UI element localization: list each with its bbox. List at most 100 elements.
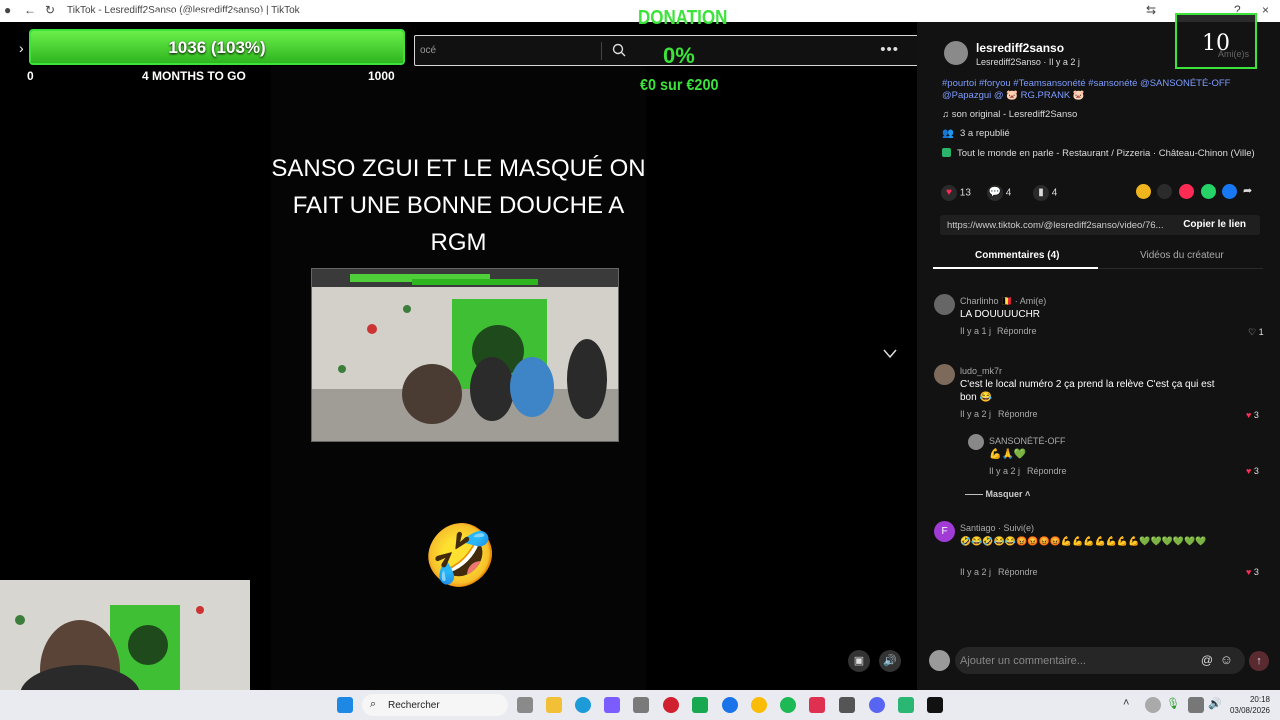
goal-value: 1036 (103%) — [168, 38, 266, 57]
tab-creator-videos[interactable]: Vidéos du créateur — [1140, 250, 1224, 261]
comment-like-count: 3 — [1253, 410, 1259, 420]
comment-input[interactable]: Ajouter un commentaire... @ ☺ — [955, 647, 1245, 674]
embed-icon[interactable] — [1157, 184, 1172, 199]
hide-replies-button[interactable]: —— Masquer ˄ — [965, 489, 1030, 499]
pip-icon[interactable]: ▣ — [848, 650, 870, 672]
app-icon[interactable] — [722, 697, 738, 713]
taskbar-search[interactable]: ⌕ Rechercher — [362, 694, 508, 716]
comment-like[interactable]: ♡ 1 — [1248, 327, 1264, 338]
author-avatar[interactable] — [944, 41, 968, 65]
reply-button[interactable]: Répondre — [1027, 466, 1067, 476]
copilot-icon[interactable] — [604, 697, 620, 713]
chrome-icon[interactable] — [751, 697, 767, 713]
more-options-icon[interactable]: ••• — [880, 41, 899, 58]
comment-icon: 💬 — [987, 185, 1003, 201]
mention-icon[interactable]: @ — [1201, 653, 1213, 667]
post-description[interactable]: #pourtoi #foryou #Teamsansonété #sansoné… — [942, 78, 1252, 102]
whatsapp-icon[interactable] — [1201, 184, 1216, 199]
goal-title: OBJECTIF FOLLO — [143, 9, 269, 24]
comment-like[interactable]: ♥ 3 — [1246, 410, 1259, 420]
comment-like[interactable]: ♥ 3 — [1246, 567, 1259, 577]
repost-share-icon[interactable] — [1136, 184, 1151, 199]
author-name[interactable]: lesrediff2sanso — [976, 41, 1064, 55]
microphone-icon[interactable]: 🎙 — [1166, 697, 1182, 713]
laughing-emoji: 🤣 — [423, 522, 498, 589]
app-icon[interactable] — [692, 697, 708, 713]
avatar[interactable]: F — [934, 521, 955, 542]
tab-comments[interactable]: Commentaires (4) — [975, 250, 1059, 261]
comment-button[interactable]: 💬 4 — [987, 185, 1011, 201]
video-caption: SANSO ZGUI ET LE MASQUÉ ON FAIT UNE BONN… — [271, 155, 646, 256]
edge-icon[interactable] — [575, 697, 591, 713]
share-arrow-icon[interactable]: ➦ — [1243, 184, 1258, 199]
save-count: 4 — [1051, 187, 1058, 199]
close-icon[interactable]: × — [1262, 3, 1269, 17]
reload-icon[interactable]: ↻ — [45, 3, 55, 17]
tray-icon[interactable] — [1145, 697, 1161, 713]
comment-author[interactable]: ludo_mk7r — [960, 366, 1002, 376]
avatar[interactable] — [934, 294, 955, 315]
chevron-right-icon[interactable]: › — [19, 40, 24, 56]
comment-like-count: 3 — [1253, 466, 1259, 476]
volume-icon[interactable]: 🔊 — [879, 650, 901, 672]
reply-button[interactable]: Répondre — [998, 409, 1038, 419]
location-label[interactable]: Tout le monde en parle - Restaurant / Pi… — [957, 148, 1255, 159]
goal-max: 1000 — [368, 69, 395, 83]
task-view-icon[interactable] — [517, 697, 533, 713]
screen: ● ← ↻ TikTok - Lesrediff2Sanso (@lesredi… — [0, 0, 1280, 720]
video-link[interactable]: https://www.tiktok.com/@lesrediff2sanso/… — [947, 220, 1163, 231]
search-icon[interactable] — [611, 42, 627, 58]
comment-time: Il y a 2 j — [960, 409, 992, 419]
donation-title: DONATION — [638, 7, 728, 29]
heart-icon: ♥ — [1246, 410, 1252, 420]
comment-author[interactable]: SANSONÉTÉ-OFF — [989, 436, 1066, 446]
chevron-up-icon[interactable]: ˄ — [1123, 697, 1139, 713]
comment-time: Il y a 2 j — [989, 466, 1021, 476]
heart-icon: ♥ — [1246, 567, 1252, 577]
display-icon[interactable] — [1188, 697, 1204, 713]
comment-text: C'est le local numéro 2 ça prend la relè… — [960, 379, 1215, 403]
emoji-icon[interactable]: ☺ — [1220, 652, 1233, 667]
user-avatar[interactable] — [929, 650, 950, 671]
copy-link-button[interactable]: Copier le lien — [1183, 219, 1246, 230]
file-explorer-icon[interactable] — [546, 697, 562, 713]
avatar[interactable] — [968, 434, 984, 450]
facebook-icon[interactable] — [1222, 184, 1237, 199]
spotify-icon[interactable] — [780, 697, 796, 713]
comment-time: Il y a 1 j — [960, 326, 992, 336]
like-button[interactable]: ♥ 13 — [941, 185, 971, 201]
comment-time: Il y a 2 j — [960, 567, 992, 577]
comment-like-count: 1 — [1258, 327, 1264, 337]
clock[interactable]: 20:18 03/08/2026 — [1226, 694, 1270, 716]
chevron-down-icon[interactable] — [882, 348, 898, 360]
reply-button[interactable]: Répondre — [998, 567, 1038, 577]
tiktok-icon[interactable] — [927, 697, 943, 713]
store-icon[interactable] — [633, 697, 649, 713]
sound-label[interactable]: ♫ son original - Lesrediff2Sanso — [942, 109, 1077, 120]
comment-like[interactable]: ♥ 3 — [1246, 466, 1259, 476]
avatar[interactable] — [934, 364, 955, 385]
save-button[interactable]: ▮ 4 — [1033, 185, 1057, 201]
app-icon[interactable] — [663, 697, 679, 713]
webcam-overlay — [0, 580, 250, 690]
video-scene — [311, 268, 619, 442]
location-icon — [942, 148, 951, 160]
extensions-icon[interactable]: ⇆ — [1146, 3, 1156, 17]
comment-author[interactable]: Charlinho 🇧🇪 · Ami(e) — [960, 296, 1046, 307]
app-icon[interactable] — [809, 697, 825, 713]
author-subtitle: Lesrediff2Sanso · Il y a 2 j — [976, 57, 1080, 67]
webcam-image — [0, 580, 250, 690]
comment-author[interactable]: Santiago · Suivi(e) — [960, 523, 1034, 533]
reply-button[interactable]: Répondre — [997, 326, 1037, 336]
start-icon[interactable] — [337, 697, 353, 713]
send-icon[interactable] — [1179, 184, 1194, 199]
back-icon[interactable]: ← — [24, 3, 36, 17]
discord-icon[interactable] — [869, 697, 885, 713]
video-player[interactable]: SANSO ZGUI ET LE MASQUÉ ON FAIT UNE BONN… — [271, 66, 646, 690]
search-input[interactable]: océ — [420, 45, 436, 56]
app-icon[interactable] — [839, 697, 855, 713]
taskbar: ⌕ Rechercher ˄ 🎙 🔊 20:18 03/08/2026 — [0, 690, 1280, 720]
speaker-icon[interactable]: 🔊 — [1208, 697, 1224, 713]
send-comment-icon[interactable]: ↑ — [1249, 651, 1269, 671]
app-icon[interactable] — [898, 697, 914, 713]
